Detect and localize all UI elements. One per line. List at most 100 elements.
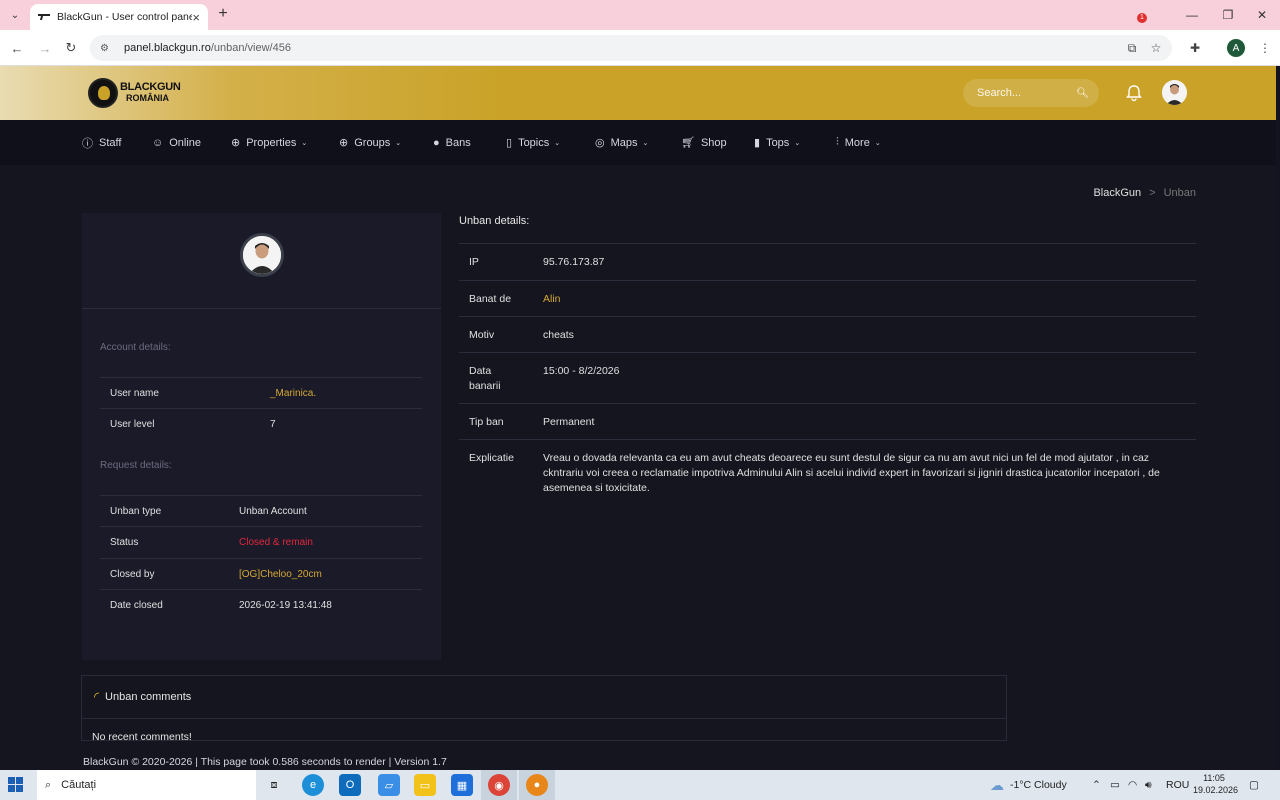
users-icon: ☺ (152, 136, 164, 149)
url-field[interactable]: ⚙ panel.blackgun.ro/unban/view/456 (90, 35, 1172, 61)
chevron-down-icon: ⌄ (794, 139, 801, 147)
taskbar-search[interactable]: ⌕ Căutați (37, 770, 256, 800)
volume-icon[interactable]: 🔊︎ (1145, 770, 1152, 800)
restore-icon[interactable]: ❐ (1210, 0, 1246, 30)
site-header: BLACKGUN ROMÂNIA 🔍︎ (0, 66, 1276, 120)
app-icon[interactable]: ▱ (378, 774, 400, 796)
app-orange-icon[interactable]: ● (526, 774, 548, 796)
row-key: IP (469, 256, 479, 268)
browser-tab[interactable]: BlackGun - User control panel × (30, 4, 208, 30)
ban-ball-icon: ● (433, 136, 440, 149)
nav-online[interactable]: ☺ Online (152, 120, 201, 165)
chevron-down-icon: ⌄ (642, 139, 649, 147)
search-input[interactable] (977, 87, 1077, 99)
search-icon[interactable]: 🔍︎ (1076, 88, 1089, 99)
windows-taskbar: ⌕ Căutați ⧈ e O ▱ ▭ ▦ ◉ ● ☁ -1°C Cloudy … (0, 770, 1280, 800)
outlook-icon[interactable]: O (339, 774, 361, 796)
weather-widget[interactable]: ☁ -1°C Cloudy (990, 770, 1067, 800)
extensions-icon[interactable]: ✚ (1186, 39, 1204, 57)
unban-row: Tip ban Permanent (459, 403, 1196, 439)
status-value: Closed & remain (239, 536, 313, 548)
breadcrumb-home[interactable]: BlackGun (1093, 187, 1141, 199)
clock-time: 11:05 (1203, 773, 1225, 783)
row-value: cheats (543, 329, 574, 341)
tab-close-icon[interactable]: × (192, 10, 200, 25)
tab-search-chevron-icon[interactable]: ⌄ (6, 6, 24, 24)
profile-avatar (240, 233, 284, 277)
language-indicator[interactable]: ROU (1166, 770, 1189, 800)
edge-icon[interactable]: e (302, 774, 324, 796)
address-bar: ← → ↻ ⚙ panel.blackgun.ro/unban/view/456… (0, 30, 1280, 66)
close-window-icon[interactable]: ✕ (1244, 0, 1280, 30)
unban-row: Motiv cheats (459, 316, 1196, 352)
row-key: Data banarii (469, 365, 501, 392)
request-row: Date closed 2026-02-19 13:41:48 (100, 589, 422, 620)
unban-comments-panel: ◜ Unban comments No recent comments! (81, 675, 1007, 741)
request-row: Unban type Unban Account (100, 495, 422, 526)
reload-icon[interactable]: ↻ (62, 39, 80, 57)
site-search: 🔍︎ (963, 79, 1099, 107)
notification-center-icon[interactable]: ▢ (1249, 770, 1259, 800)
row-value: 95.76.173.87 (543, 256, 605, 268)
row-value: Unban Account (239, 505, 307, 517)
tray-chevron-icon[interactable]: ⌃ (1092, 770, 1101, 800)
row-key: User name (110, 387, 159, 399)
back-icon[interactable]: ← (8, 39, 26, 57)
bookmark-star-icon[interactable]: ☆ (1147, 39, 1165, 57)
forward-icon[interactable]: → (36, 39, 54, 57)
account-row: User name _Marinica. (100, 377, 422, 408)
sliders-icon: ⫶ (836, 136, 839, 148)
row-key: Banat de (469, 293, 512, 305)
clock[interactable]: 11:05 19.02.2026 (1193, 772, 1238, 796)
username-link[interactable]: _Marinica. (270, 388, 316, 399)
nav-properties[interactable]: ⊕ Properties ⌄ (231, 120, 307, 165)
nav-staff[interactable]: ⓘ Staff (82, 120, 121, 165)
nav-groups[interactable]: ⊕ Groups ⌄ (339, 120, 401, 165)
taskbar-search-text: Căutați (61, 779, 97, 791)
network-icon[interactable]: ▭ (1110, 770, 1120, 800)
main-nav: ⓘ Staff ☺ Online ⊕ Properties ⌄ ⊕ Groups ⌄ ● Ba… (0, 120, 1276, 165)
file-explorer-icon[interactable]: ▭ (414, 774, 436, 796)
row-key: Date closed (110, 599, 163, 611)
site-logo[interactable]: BLACKGUN ROMÂNIA (88, 78, 181, 108)
chevron-down-icon: ⌄ (395, 139, 402, 147)
unban-details-title: Unban details: (459, 215, 530, 227)
new-tab-button[interactable]: + (214, 5, 232, 23)
chevron-down-icon: ⌄ (301, 139, 308, 147)
task-view-icon[interactable]: ⧈ (263, 774, 285, 796)
notification-badge: 1 (1137, 13, 1147, 23)
browser-menu-icon[interactable]: ⋮ (1256, 39, 1274, 57)
nav-maps[interactable]: ◎ Maps ⌄ (595, 120, 648, 165)
request-details-label: Request details: (100, 460, 172, 471)
closed-by-link[interactable]: [OG]Cheloo_20cm (239, 569, 322, 580)
wifi-icon[interactable]: ◠ (1128, 770, 1137, 800)
nav-bans[interactable]: ● Bans (433, 120, 471, 165)
nav-shop[interactable]: 🛒︎ Shop (681, 120, 727, 165)
nav-topics[interactable]: ▯ Topics ⌄ (506, 120, 560, 165)
site-info-icon[interactable]: ⚙ (100, 43, 114, 54)
nav-tops[interactable]: ▮ Tops ⌄ (754, 120, 800, 165)
user-avatar[interactable] (1162, 80, 1187, 105)
windows-start-icon[interactable] (8, 777, 24, 793)
banned-by-link[interactable]: Alin (543, 292, 1186, 307)
user-card: Account details: User name _Marinica. Us… (82, 213, 441, 660)
logo-line2: ROMÂNIA (126, 93, 169, 103)
translate-icon[interactable]: ⧉ (1123, 39, 1141, 57)
browser-profile-avatar[interactable]: A (1227, 39, 1245, 57)
cloud-icon: ☁ (990, 776, 1004, 793)
minimize-icon[interactable]: — (1174, 0, 1210, 30)
chrome-icon[interactable]: ◉ (488, 774, 510, 796)
cart-icon: 🛒︎ (681, 137, 695, 149)
globe-icon: ⊕ (339, 137, 349, 149)
breadcrumb: BlackGun > Unban (1093, 187, 1196, 199)
comments-title: Unban comments (105, 691, 192, 703)
store-icon[interactable]: ▦ (451, 774, 473, 796)
row-value: 7 (270, 418, 276, 430)
notification-bell-icon[interactable] (1124, 83, 1144, 103)
row-key: Motiv (469, 329, 495, 341)
card-divider (82, 308, 441, 309)
nav-more[interactable]: ⫶ More ⌄ (836, 120, 881, 165)
page-footer: BlackGun © 2020-2026 | This page took 0.… (83, 756, 447, 768)
chevron-down-icon: ⌄ (554, 139, 561, 147)
tab-title: BlackGun - User control panel (57, 11, 193, 23)
